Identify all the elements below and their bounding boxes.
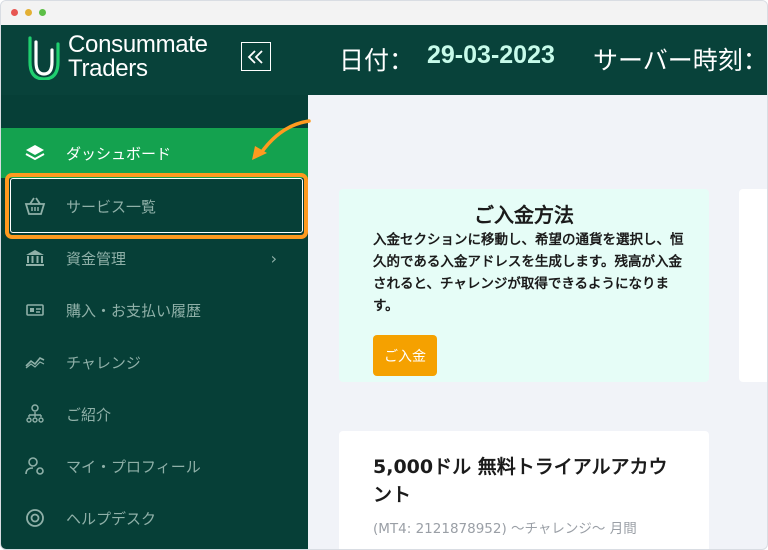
app-window: Consummate Traders 日付： 29-03-2023 サーバー時刻…: [0, 0, 768, 550]
referral-icon: [24, 403, 46, 425]
sidebar-item-profile[interactable]: マイ・プロフィール: [1, 441, 308, 491]
maximize-window-button[interactable]: [39, 9, 46, 16]
trend-icon: [24, 351, 46, 373]
server-time-label: サーバー時刻：: [593, 46, 768, 75]
sidebar-item-label: ヘルプデスク: [66, 509, 157, 528]
bank-icon: [24, 247, 46, 269]
brand-line-2: Traders: [68, 55, 148, 82]
brand-line-1: Consummate: [68, 31, 208, 58]
brand-name[interactable]: Consummate Traders: [68, 33, 208, 81]
window-titlebar: [1, 1, 767, 25]
sidebar-item-label: 購入・お支払い履歴: [66, 301, 202, 320]
sidebar-item-helpdesk[interactable]: ヘルプデスク: [1, 493, 308, 543]
brand-logo-icon: [28, 36, 60, 80]
deposit-card-title: ご入金方法: [474, 203, 574, 227]
deposit-button[interactable]: ご入金: [373, 335, 437, 376]
sidebar-item-funds[interactable]: 資金管理 ›: [1, 233, 308, 283]
trial-card-title: 5,000ドル 無料トライアルアカウント: [373, 456, 668, 506]
trial-card-subtitle: (MT4: 2121878952) 〜チャレンジ〜 月間: [373, 521, 637, 537]
side-card: [739, 189, 767, 382]
sidebar-item-label: ダッシュボード: [66, 144, 172, 163]
chevron-right-icon: ›: [270, 248, 277, 268]
sidebar-item-label: ご紹介: [66, 405, 112, 424]
annotation-arrow-icon: [252, 119, 311, 160]
id-card-icon: [24, 299, 46, 321]
sidebar-item-history[interactable]: 購入・お支払い履歴: [1, 285, 308, 335]
layers-icon: [24, 142, 46, 164]
date-label: 日付：: [339, 46, 415, 75]
deposit-info-card: ご入金方法 入金セクションに移動し、希望の通貨を選択し、恒久的である入金アドレス…: [339, 189, 709, 382]
lifebuoy-icon: [24, 507, 46, 529]
user-settings-icon: [24, 455, 46, 477]
minimize-window-button[interactable]: [25, 9, 32, 16]
top-header: Consummate Traders 日付： 29-03-2023 サーバー時刻…: [1, 25, 767, 95]
sidebar-item-challenge[interactable]: チャレンジ: [1, 337, 308, 387]
double-chevron-left-icon: [247, 49, 263, 64]
sidebar-item-label: マイ・プロフィール: [66, 457, 201, 476]
sidebar-item-label: 資金管理: [66, 249, 127, 268]
highlight-inner-frame: [10, 178, 303, 233]
sidebar-item-referral[interactable]: ご紹介: [1, 389, 308, 439]
trial-account-card[interactable]: 5,000ドル 無料トライアルアカウント (MT4: 2121878952) 〜…: [339, 431, 709, 549]
deposit-card-body: 入金セクションに移動し、希望の通貨を選択し、恒久的である入金アドレスを生成します…: [373, 232, 684, 314]
sidebar-item-label: チャレンジ: [66, 353, 141, 372]
date-value: 29-03-2023: [427, 41, 555, 69]
close-window-button[interactable]: [11, 9, 18, 16]
collapse-sidebar-button[interactable]: [241, 42, 271, 71]
